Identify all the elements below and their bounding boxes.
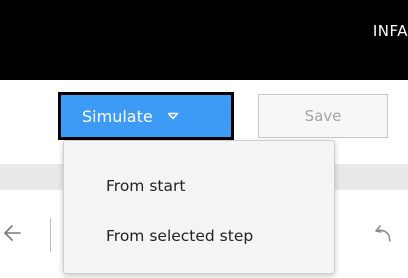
top-bar: INFA bbox=[0, 0, 408, 80]
simulate-button[interactable]: Simulate bbox=[58, 92, 234, 140]
save-button[interactable]: Save bbox=[258, 94, 388, 138]
menu-item-from-start[interactable]: From start bbox=[64, 164, 334, 208]
save-button-label: Save bbox=[304, 107, 342, 125]
toolbar-divider bbox=[50, 218, 51, 252]
menu-item-label: From start bbox=[106, 177, 186, 195]
arrow-left-icon[interactable] bbox=[2, 222, 24, 244]
menu-item-label: From selected step bbox=[106, 227, 254, 245]
menu-item-from-selected-step[interactable]: From selected step bbox=[64, 214, 334, 258]
simulate-dropdown-menu: From start From selected step bbox=[63, 140, 335, 274]
redo-icon[interactable] bbox=[374, 222, 394, 244]
chevron-down-icon[interactable] bbox=[167, 112, 179, 120]
simulate-button-label: Simulate bbox=[82, 106, 153, 126]
brand-label: INFA bbox=[372, 22, 408, 40]
